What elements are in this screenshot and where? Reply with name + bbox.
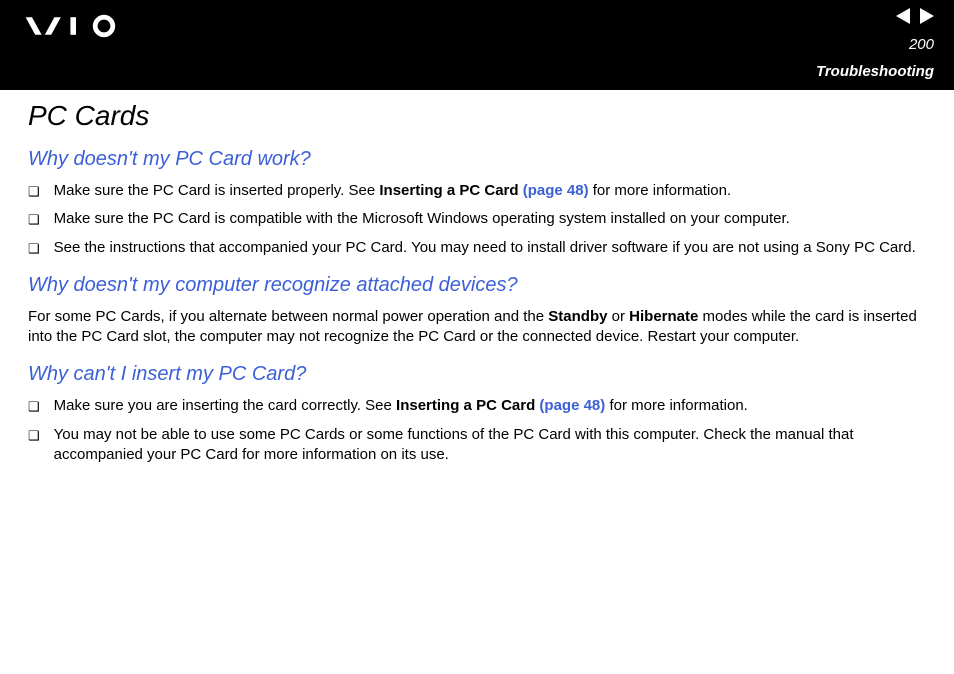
list-item: ❑ See the instructions that accompanied … bbox=[28, 238, 926, 258]
nav-arrows bbox=[896, 8, 934, 24]
header-bar: 200 Troubleshooting bbox=[0, 0, 954, 90]
question-2-heading: Why doesn't my computer recognize attach… bbox=[28, 274, 926, 297]
list-item: ❑ Make sure the PC Card is inserted prop… bbox=[28, 181, 926, 201]
list-item: ❑ Make sure the PC Card is compatible wi… bbox=[28, 209, 926, 229]
paragraph: For some PC Cards, if you alternate betw… bbox=[28, 307, 926, 348]
question-1-heading: Why doesn't my PC Card work? bbox=[28, 148, 926, 171]
bullet-text: Make sure the PC Card is inserted proper… bbox=[54, 181, 926, 201]
list-item: ❑ You may not be able to use some PC Car… bbox=[28, 425, 926, 466]
question-1-list: ❑ Make sure the PC Card is inserted prop… bbox=[28, 181, 926, 258]
page-title: PC Cards bbox=[28, 100, 926, 132]
bullet-icon: ❑ bbox=[28, 211, 40, 229]
page-link[interactable]: (page 48) bbox=[539, 397, 605, 414]
vaio-logo bbox=[18, 14, 158, 38]
bullet-icon: ❑ bbox=[28, 183, 40, 201]
bullet-icon: ❑ bbox=[28, 398, 40, 416]
next-page-button[interactable] bbox=[920, 8, 934, 24]
prev-page-button[interactable] bbox=[896, 8, 910, 24]
bullet-text: You may not be able to use some PC Cards… bbox=[54, 425, 926, 466]
nav-area bbox=[896, 8, 934, 24]
bullet-icon: ❑ bbox=[28, 240, 40, 258]
bullet-text: Make sure the PC Card is compatible with… bbox=[54, 209, 926, 229]
content-area: PC Cards Why doesn't my PC Card work? ❑ … bbox=[0, 90, 954, 465]
page-number: 200 bbox=[909, 36, 934, 53]
section-label: Troubleshooting bbox=[816, 63, 934, 80]
bullet-text: Make sure you are inserting the card cor… bbox=[54, 396, 926, 416]
question-3-list: ❑ Make sure you are inserting the card c… bbox=[28, 396, 926, 465]
page-link[interactable]: (page 48) bbox=[523, 182, 589, 199]
question-3-heading: Why can't I insert my PC Card? bbox=[28, 363, 926, 386]
bullet-icon: ❑ bbox=[28, 427, 40, 445]
list-item: ❑ Make sure you are inserting the card c… bbox=[28, 396, 926, 416]
bullet-text: See the instructions that accompanied yo… bbox=[54, 238, 926, 258]
